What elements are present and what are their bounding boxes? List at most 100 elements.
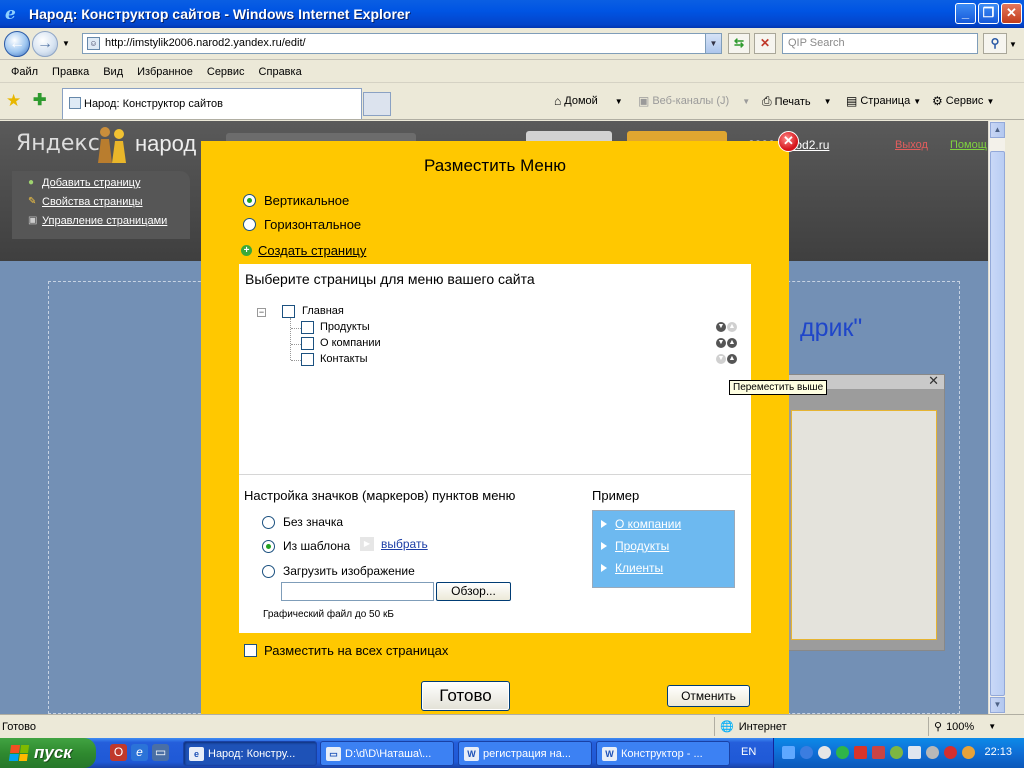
favorites-star-icon[interactable]: ★ (6, 91, 21, 111)
page-dropdown-icon[interactable]: ▼ (913, 97, 921, 106)
marker-upload-radio[interactable] (262, 564, 275, 578)
cancel-button[interactable]: Отменить (667, 685, 750, 707)
vertical-radio[interactable] (243, 194, 256, 207)
task-ie[interactable]: e Народ: Констру... (183, 741, 317, 766)
add-favorite-icon[interactable]: ✚ (33, 90, 46, 110)
opera-icon[interactable]: O (110, 744, 127, 761)
close-window-button[interactable]: ✕ (1001, 3, 1022, 24)
move-down-icon[interactable]: ▼ (716, 338, 726, 348)
menu-file[interactable]: Файл (4, 66, 45, 78)
refresh-button[interactable]: ⇆ (728, 33, 750, 54)
page-checkbox-products[interactable] (301, 321, 314, 334)
scroll-up-button[interactable]: ▲ (990, 122, 1005, 138)
volume-icon[interactable] (908, 746, 921, 759)
example-link[interactable]: Продукты (615, 539, 669, 553)
desktop-icon[interactable]: ▭ (152, 744, 169, 761)
print-dropdown-icon[interactable]: ▼ (824, 97, 832, 106)
move-up-icon[interactable]: ▲ (727, 354, 737, 364)
start-button[interactable]: пуск (0, 738, 96, 768)
tray-app-icon[interactable] (854, 746, 867, 759)
maximize-button[interactable]: ❐ (978, 3, 999, 24)
tray-app-icon[interactable] (926, 746, 939, 759)
security-zone[interactable]: 🌐 Интернет (720, 720, 787, 734)
feeds-dropdown-icon[interactable]: ▼ (742, 97, 750, 106)
yandex-logo[interactable]: Яндекс (16, 131, 100, 156)
vertical-scrollbar[interactable]: ▲ ▼ (988, 121, 1005, 714)
tray-app-icon[interactable] (818, 746, 831, 759)
language-indicator[interactable]: EN (741, 746, 756, 758)
menu-tools[interactable]: Сервис (200, 66, 252, 78)
task-word-constructor[interactable]: W Конструктор - ... (596, 741, 730, 766)
orientation-vertical-option[interactable]: Вертикальное (243, 193, 349, 208)
search-icon[interactable]: ⚲ (983, 33, 1007, 54)
marker-upload-option[interactable]: Загрузить изображение (262, 564, 415, 578)
choose-marker-link[interactable]: выбрать (381, 537, 428, 551)
tools-dropdown-icon[interactable]: ▼ (986, 97, 994, 106)
tray-app-icon[interactable] (872, 746, 885, 759)
move-down-icon[interactable]: ▼ (716, 322, 726, 332)
search-dropdown-icon[interactable]: ▼ (1009, 40, 1017, 49)
menu-edit[interactable]: Правка (45, 66, 96, 78)
scroll-thumb[interactable] (990, 151, 1005, 696)
url-field[interactable]: ☺ http://imstylik2006.narod2.yandex.ru/e… (82, 33, 722, 54)
tab-active[interactable]: Народ: Конструктор сайтов (62, 88, 362, 119)
place-on-all-pages-checkbox[interactable] (244, 644, 257, 657)
scroll-down-button[interactable]: ▼ (990, 697, 1005, 713)
create-page-link[interactable]: + Создать страницу (241, 243, 366, 258)
tray-app-icon[interactable] (890, 746, 903, 759)
zoom-control[interactable]: ⚲ 100% ▼ (934, 720, 996, 734)
add-page-link[interactable]: ● Добавить страницу (28, 177, 190, 189)
marker-template-option[interactable]: Из шаблона (262, 539, 350, 553)
example-link[interactable]: Клиенты (615, 561, 663, 575)
network-icon[interactable] (782, 746, 795, 759)
tray-app-icon[interactable] (836, 746, 849, 759)
browse-button[interactable]: Обзор... (436, 582, 511, 601)
narod-logo[interactable]: народ (135, 131, 196, 157)
antivirus-icon[interactable] (944, 746, 957, 759)
place-on-all-pages-option[interactable]: Разместить на всех страницах (244, 643, 448, 658)
stop-button[interactable]: ✕ (754, 33, 776, 54)
page-properties-link[interactable]: ✎ Свойства страницы (28, 196, 190, 208)
page-checkbox-about[interactable] (301, 337, 314, 350)
logout-link[interactable]: Выход (895, 139, 928, 151)
task-word-registration[interactable]: Wрегистрация на... (458, 741, 592, 766)
home-button[interactable]: ⌂ Домой ▼ (554, 94, 623, 108)
print-button[interactable]: ⎙ Печать ▼ (762, 94, 832, 109)
marker-none-option[interactable]: Без значка (262, 515, 343, 529)
history-dropdown-icon[interactable]: ▼ (62, 39, 70, 48)
menu-help[interactable]: Справка (252, 66, 309, 78)
zoom-dropdown-icon[interactable]: ▼ (988, 722, 996, 731)
bluetooth-icon[interactable] (800, 746, 813, 759)
task-explorer[interactable]: ▭ D:\d\D\Наташа\... (320, 741, 454, 766)
back-button[interactable]: ← (4, 31, 30, 57)
new-tab-button[interactable] (363, 92, 391, 116)
help-link[interactable]: Помощ (950, 139, 987, 151)
done-button[interactable]: Готово (421, 681, 510, 711)
file-path-field[interactable] (281, 582, 434, 601)
menu-favorites[interactable]: Избранное (130, 66, 200, 78)
page-checkbox-contacts[interactable] (301, 353, 314, 366)
page-button[interactable]: ▤ Страница ▼ (846, 94, 921, 108)
ie-quicklaunch-icon[interactable]: e (131, 744, 148, 761)
forward-button[interactable]: → (32, 31, 58, 57)
manage-pages-link[interactable]: ▣ Управление страницами (28, 215, 190, 227)
horizontal-radio[interactable] (243, 218, 256, 231)
dialog-close-icon[interactable]: ✕ (778, 131, 799, 152)
orientation-horizontal-option[interactable]: Горизонтальное (243, 217, 361, 232)
menu-view[interactable]: Вид (96, 66, 130, 78)
move-up-icon[interactable]: ▲ (727, 338, 737, 348)
page-label-home: Главная (302, 305, 344, 317)
example-link[interactable]: О компании (615, 517, 681, 531)
marker-template-radio[interactable] (262, 539, 275, 553)
close-icon[interactable]: ✕ (928, 373, 939, 389)
minimize-button[interactable]: _ (955, 3, 976, 24)
marker-none-radio[interactable] (262, 515, 275, 529)
page-checkbox-home[interactable] (282, 305, 295, 318)
feeds-button[interactable]: ▣ Веб-каналы (J) ▼ (638, 94, 750, 108)
url-dropdown-icon[interactable]: ▼ (705, 34, 721, 53)
home-dropdown-icon[interactable]: ▼ (615, 97, 623, 106)
tools-button[interactable]: ⚙ Сервис ▼ (932, 94, 994, 108)
tray-app-icon[interactable] (962, 746, 975, 759)
choose-marker[interactable]: ▶ выбрать (360, 537, 428, 551)
search-input[interactable]: QIP Search (782, 33, 978, 54)
